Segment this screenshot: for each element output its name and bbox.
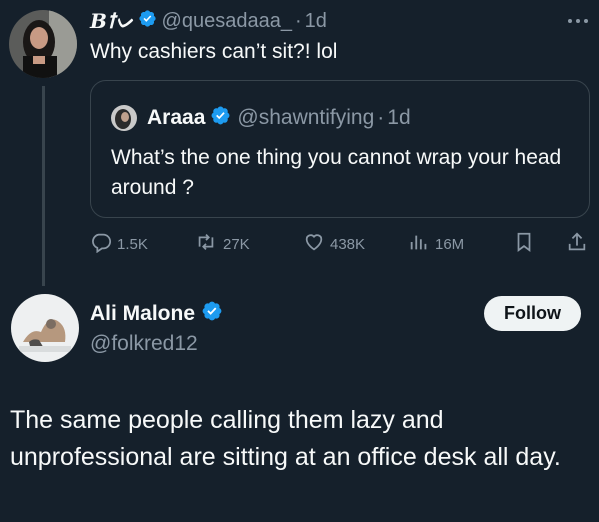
reply-text: The same people calling them lazy and un… [10, 406, 561, 471]
avatar[interactable] [9, 10, 77, 78]
timestamp: 1d [387, 106, 411, 129]
original-tweet-header: Bꝉᨆ @quesadaaa_ · 1d [90, 9, 327, 33]
thread-connector-line [42, 86, 45, 286]
share-icon [566, 230, 593, 258]
avatar[interactable] [11, 294, 79, 362]
bookmark-icon [513, 230, 540, 258]
repost-button[interactable]: 27K [194, 231, 250, 257]
repost-count: 27K [223, 235, 250, 253]
more-options-icon[interactable] [566, 14, 590, 26]
verified-badge-icon [210, 105, 231, 132]
verified-badge-icon [138, 9, 157, 34]
heart-icon [303, 231, 330, 257]
display-name: Araaa [147, 106, 206, 129]
tweet-action-bar: 1.5K 27K 438K 16M [90, 230, 595, 256]
verified-badge-icon [201, 300, 223, 328]
follow-button[interactable]: Follow [484, 296, 581, 331]
handle[interactable]: @quesadaaa_ [162, 10, 292, 33]
reply-icon [90, 231, 117, 257]
timestamp[interactable]: 1d [305, 10, 327, 33]
quoted-tweet-header: Araaa @shawntifying · 1d [147, 105, 411, 131]
display-name[interactable]: Ali Malone [90, 302, 195, 326]
views-button[interactable]: 16M [408, 231, 464, 257]
share-button[interactable] [566, 230, 593, 258]
display-name[interactable]: Bꝉᨆ [90, 9, 134, 33]
bookmark-button[interactable] [513, 230, 540, 258]
repost-icon [194, 231, 223, 257]
analytics-icon [408, 231, 435, 257]
view-count: 16M [435, 235, 465, 253]
time-separator: · [294, 9, 302, 32]
like-count: 438K [330, 235, 366, 253]
reply-button[interactable]: 1.5K [90, 231, 148, 257]
quoted-tweet-card[interactable]: Araaa @shawntifying · 1d What’s the one … [90, 80, 590, 218]
reply-header: Ali Malone [90, 300, 223, 328]
time-separator: · [377, 106, 385, 129]
like-button[interactable]: 438K [303, 231, 365, 257]
tweet-text: Why cashiers can’t sit?! lol [90, 40, 338, 63]
reply-count: 1.5K [117, 235, 148, 253]
handle: @shawntifying [237, 106, 375, 129]
quoted-tweet-text: What’s the one thing you cannot wrap you… [111, 146, 562, 199]
avatar [111, 105, 137, 131]
handle[interactable]: @folkred12 [90, 332, 198, 356]
